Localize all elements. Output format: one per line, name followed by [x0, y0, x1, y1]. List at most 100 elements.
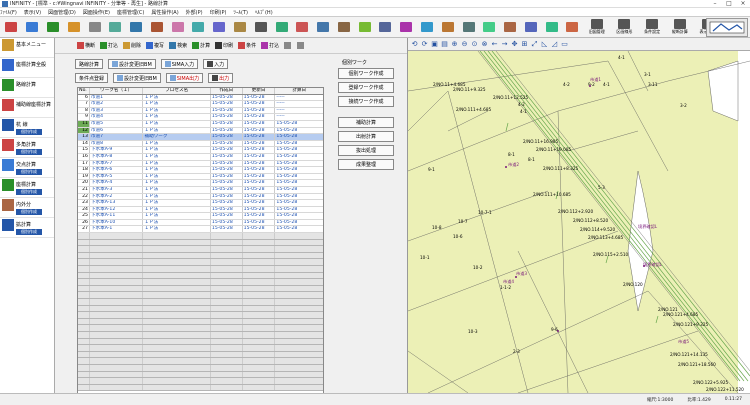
- subtool-button-7[interactable]: 条件: [236, 40, 258, 52]
- toolbar-button-20[interactable]: [418, 18, 437, 37]
- table-row[interactable]: 17 下水本A-7 ＩＰ法 15-05-28 15-05-28 15-05-28: [78, 160, 323, 168]
- sidebar-item-7[interactable]: 座標計算 個別作成: [0, 178, 54, 198]
- table-row[interactable]: 16 下水本A-8 ＩＰ法 15-05-28 15-05-28 15-05-28: [78, 153, 323, 161]
- subtool-button-5[interactable]: 計算: [190, 40, 212, 52]
- sidebar-item-9[interactable]: 拡計算 個別作成: [0, 218, 54, 238]
- toolbar-button-15[interactable]: [314, 18, 333, 37]
- map-canvas[interactable]: 4-1 4-2 4-1 4-2 4-1 3-11 3-2 3-1 8-1 8-1 5-3 10-7 10…: [407, 50, 750, 394]
- design-change2-button[interactable]: 設計変更旧BM: [113, 73, 161, 83]
- toolbar-button-1[interactable]: [23, 18, 42, 37]
- calc-action-button-1[interactable]: 出射計算: [338, 131, 394, 142]
- menu-item-0[interactable]: ﾌｧｲﾙ(F): [0, 9, 17, 16]
- map-tool-8[interactable]: ←: [490, 40, 499, 49]
- map-tool-13[interactable]: ◺: [540, 40, 549, 49]
- toolbar-labeled-jouken[interactable]: 条件設定: [639, 18, 665, 37]
- sidebar-action-button-5[interactable]: 個別作成: [16, 149, 42, 155]
- work-create-button-2[interactable]: 接続ワーク作成: [338, 96, 394, 107]
- sidebar-action-button-4[interactable]: 個別作成: [16, 129, 42, 135]
- toolbar-button-13[interactable]: [272, 18, 291, 37]
- calc-action-button-3[interactable]: 成果整理: [338, 159, 394, 170]
- map-tool-3[interactable]: ▤: [440, 40, 449, 49]
- toolbar-labeled-kyushin[interactable]: 旧図管理: [584, 18, 610, 37]
- toolbar-button-16[interactable]: [335, 18, 354, 37]
- menu-item-3[interactable]: 図面操作(E): [83, 9, 110, 16]
- condition-button[interactable]: 条件点登録: [75, 73, 109, 83]
- work-create-button-1[interactable]: 登録ワーク作成: [338, 82, 394, 93]
- subtool-button-10[interactable]: [295, 40, 307, 52]
- input-button[interactable]: 入力: [203, 59, 229, 69]
- subtool-button-6[interactable]: 印刷: [213, 40, 235, 52]
- table-row[interactable]: 18 下水本A-6 ＩＰ法 15-05-28 15-05-28 15-05-28: [78, 167, 323, 174]
- toolbar-button-22[interactable]: [459, 18, 478, 37]
- sidebar-action-button-9[interactable]: 個別作成: [16, 229, 42, 235]
- close-button[interactable]: ×: [736, 0, 750, 7]
- sidebar-item-3[interactable]: 補助線座標計算: [0, 98, 54, 118]
- table-row[interactable]: 27 下水本A-1 ＩＰ法 15-05-28 15-05-28 15-05-28: [78, 226, 323, 234]
- table-row[interactable]: 25 下水本A-11 ＩＰ法 15-05-28 15-05-28 15-05-28: [78, 213, 323, 220]
- map-area[interactable]: ⟲ ⟳ ▣ ▤ ⊕ ⊖ ⊙ ⊗ ← → ✥ ⊞ ⤢ ◺ ◿ ▭ 4-1 4-2 4-1 4-2 4-1 3-11 3-2 3…: [407, 38, 750, 394]
- table-row[interactable]: 9 市道4 ＩＰ法 15-05-28 15-05-28 -----: [78, 114, 323, 121]
- sidebar-action-button-7[interactable]: 個別作成: [16, 189, 42, 195]
- menu-item-5[interactable]: 属性操作(A): [151, 9, 178, 16]
- subtool-button-9[interactable]: [282, 40, 294, 52]
- toolbar-button-26[interactable]: [542, 18, 561, 37]
- map-tool-1[interactable]: ⟳: [420, 40, 429, 49]
- menu-item-1[interactable]: 表示(V): [24, 9, 41, 16]
- sidebar-item-2[interactable]: 路線計算: [0, 78, 54, 98]
- toolbar-button-25[interactable]: [522, 18, 541, 37]
- toolbar-button-17[interactable]: [355, 18, 374, 37]
- sidebar-action-button-8[interactable]: 個別作成: [16, 209, 42, 215]
- map-tool-15[interactable]: ▭: [560, 40, 569, 49]
- map-tool-9[interactable]: →: [500, 40, 509, 49]
- table-row[interactable]: 13 市道7 補助ワーク 15-05-28 15-05-28 15-05-28: [78, 134, 323, 141]
- toolbar-labeled-keisan[interactable]: 縦断計算: [667, 18, 693, 37]
- menu-item-9[interactable]: ﾍﾙﾌﾟ(H): [255, 9, 273, 16]
- menu-item-6[interactable]: 外部(P): [186, 9, 203, 16]
- sidebar-action-button-6[interactable]: 個別作成: [16, 169, 42, 175]
- toolbar-button-12[interactable]: [251, 18, 270, 37]
- subtool-button-1[interactable]: 打込: [98, 40, 120, 52]
- map-tool-6[interactable]: ⊙: [470, 40, 479, 49]
- sidebar-item-4[interactable]: 杭 線個別作成: [0, 118, 54, 138]
- work-create-button-0[interactable]: 個別ワーク作成: [338, 68, 394, 79]
- table-row[interactable]: 23 下水本A-13 ＩＰ法 15-05-28 15-05-28 15-05-28: [78, 200, 323, 207]
- map-tool-2[interactable]: ▣: [430, 40, 439, 49]
- work-list-table[interactable]: No. ワーク名（１） プロセス名 作成日 更新日 計算日 6 市道1 ＩＰ法 15-05-28 1…: [77, 87, 324, 395]
- map-tool-5[interactable]: ⊖: [460, 40, 469, 49]
- toolbar-button-6[interactable]: [127, 18, 146, 37]
- table-row[interactable]: 20 下水本A-4 ＩＰ法 15-05-28 15-05-28 15-05-28: [78, 180, 323, 187]
- map-tool-11[interactable]: ⊞: [520, 40, 529, 49]
- toolbar-button-0[interactable]: [2, 18, 21, 37]
- table-row[interactable]: 21 下水本A-3 ＩＰ法 15-05-28 15-05-28 15-05-28: [78, 186, 323, 194]
- toolbar-button-23[interactable]: [480, 18, 499, 37]
- map-tool-14[interactable]: ◿: [550, 40, 559, 49]
- map-tool-7[interactable]: ⊗: [480, 40, 489, 49]
- output-button[interactable]: 出力: [208, 73, 234, 83]
- toolbar-button-3[interactable]: [64, 18, 83, 37]
- design-change-button[interactable]: 設計変更旧BM: [108, 59, 156, 69]
- table-row[interactable]: 24 下水本A-12 ＩＰ法 15-05-28 15-05-28 15-05-28: [78, 206, 323, 214]
- menu-item-8[interactable]: ﾂｰﾙ(T): [234, 9, 248, 16]
- toolbar-button-7[interactable]: [147, 18, 166, 37]
- toolbar-button-19[interactable]: [397, 18, 416, 37]
- sidebar-item-0[interactable]: 基本メニュー: [0, 38, 54, 58]
- sidebar-item-6[interactable]: 交点計算 個別作成: [0, 158, 54, 178]
- sidebar-item-1[interactable]: 座標計算全般: [0, 58, 54, 78]
- sima-input-button[interactable]: SIMA入力: [160, 59, 199, 69]
- toolbar-labeled-tekiyou[interactable]: 区画線形: [612, 18, 638, 37]
- route-calc-button[interactable]: 路線計算: [75, 59, 104, 69]
- table-row[interactable]: 7 市道2 ＩＰ法 15-05-28 15-05-28 -----: [78, 101, 323, 108]
- table-row[interactable]: 6 市道1 ＩＰ法 15-05-28 15-05-28 -----: [78, 94, 323, 102]
- sidebar-item-5[interactable]: 多角計算 個別作成: [0, 138, 54, 158]
- toolbar-button-10[interactable]: [210, 18, 229, 37]
- toolbar-button-2[interactable]: [44, 18, 63, 37]
- sima-output-button[interactable]: SIMA出力: [165, 73, 204, 83]
- table-row[interactable]: 26 下水本A-10 ＩＰ法 15-05-28 15-05-28 15-05-28: [78, 219, 323, 227]
- table-row[interactable]: 15 下水本A-9 ＩＰ法 15-05-28 15-05-28 15-05-28: [78, 147, 323, 154]
- sidebar-item-8[interactable]: 内外分 個別作成: [0, 198, 54, 218]
- table-row[interactable]: 14 市道8 ＩＰ法 15-05-28 15-05-28 15-05-28: [78, 140, 323, 148]
- subtool-button-2[interactable]: 削除: [121, 40, 143, 52]
- table-row[interactable]: 11 市道5 ＩＰ法 15-05-28 15-05-28 15-05-28: [78, 120, 323, 128]
- table-row[interactable]: 22 下水本A-2 ＩＰ法 15-05-28 15-05-28 15-05-28: [78, 193, 323, 201]
- subtool-button-0[interactable]: 横断: [75, 40, 97, 52]
